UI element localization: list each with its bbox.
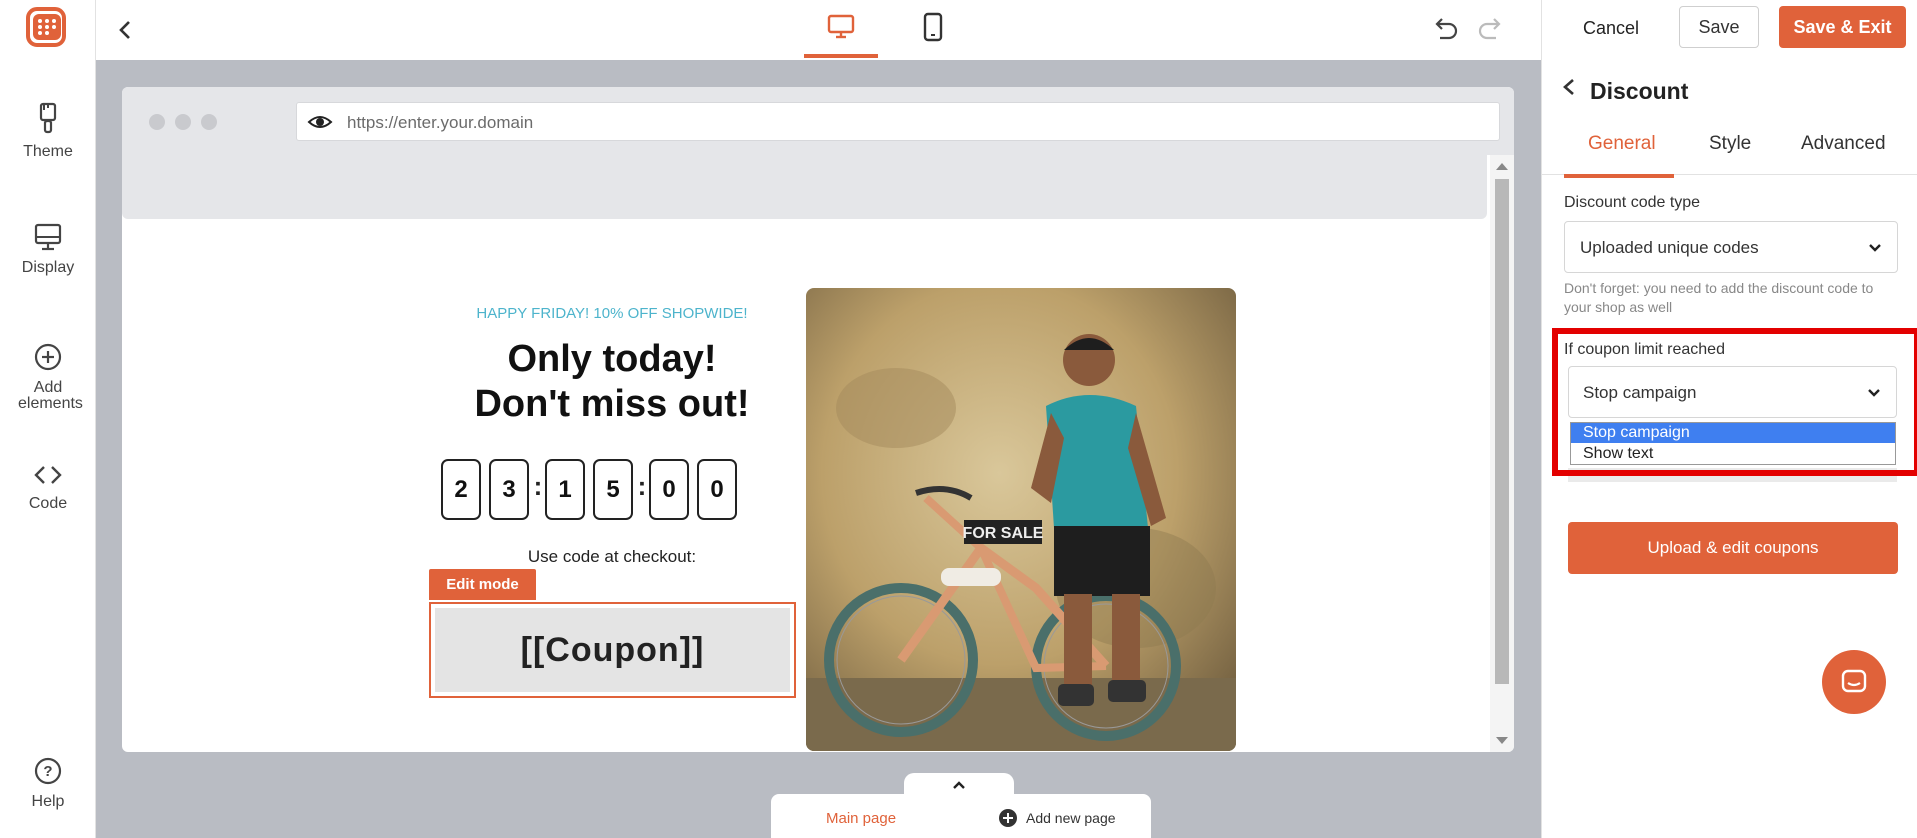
- chevron-left-icon: [119, 21, 130, 39]
- use-code-text[interactable]: Use code at checkout:: [422, 547, 802, 567]
- desktop-icon: [827, 14, 855, 39]
- code-icon: [34, 466, 62, 484]
- sidebar-item-label: Code: [28, 495, 68, 512]
- countdown-digit: 5: [593, 459, 633, 520]
- active-tab-indicator: [1564, 174, 1674, 178]
- tab-style[interactable]: Style: [1709, 133, 1751, 155]
- sidebar-item-label: Display: [21, 259, 75, 276]
- add-new-page-label: Add new page: [1026, 810, 1116, 826]
- monitor-icon: [34, 223, 62, 251]
- discount-code-hint: Don't forget: you need to add the discou…: [1564, 280, 1874, 315]
- sidebar-item-label: Add elements: [18, 379, 83, 412]
- redo-icon: [1478, 18, 1501, 40]
- paintbrush-icon: [39, 102, 57, 134]
- editor-canvas: https://enter.your.domain HAPPY FRIDAY! …: [96, 60, 1541, 838]
- promo-title-line: Don't miss out!: [474, 383, 750, 425]
- hero-image[interactable]: FOR SALE: [806, 288, 1236, 751]
- sidebar-item-theme[interactable]: Theme: [0, 102, 96, 160]
- mobile-icon: [923, 12, 943, 42]
- countdown-digit: 0: [697, 459, 737, 520]
- panel-title: Discount: [1590, 78, 1689, 104]
- svg-text:?: ?: [43, 763, 52, 780]
- browser-header-band: [122, 155, 1487, 219]
- scroll-up-arrow[interactable]: [1496, 163, 1508, 170]
- panel-back-button[interactable]: [1556, 72, 1582, 107]
- chevron-left-icon: [1563, 79, 1574, 95]
- undo-icon: [1435, 18, 1458, 40]
- settings-panel: Discount General Style Advanced Discount…: [1541, 60, 1917, 838]
- desktop-view-button[interactable]: [804, 0, 878, 58]
- discount-code-type-label: Discount code type: [1564, 194, 1701, 211]
- edit-mode-badge: Edit mode: [429, 569, 536, 600]
- scroll-thumb[interactable]: [1495, 179, 1509, 684]
- cancel-button[interactable]: Cancel: [1566, 8, 1656, 48]
- plus-circle-icon: [999, 809, 1017, 827]
- for-sale-sign: FOR SALE: [963, 525, 1044, 542]
- window-dot: [201, 114, 217, 130]
- url-text: https://enter.your.domain: [347, 113, 534, 132]
- browser-address-bar: https://enter.your.domain: [122, 87, 1514, 155]
- tab-advanced[interactable]: Advanced: [1801, 133, 1886, 155]
- sidebar-item-display[interactable]: Display: [0, 222, 96, 276]
- sidebar-item-add-elements[interactable]: Add elements: [0, 342, 96, 412]
- window-dot: [175, 114, 191, 130]
- highlight-box: [1552, 328, 1917, 476]
- promo-title[interactable]: Only today! Don't miss out!: [392, 337, 832, 427]
- chat-button[interactable]: [1822, 650, 1886, 714]
- promo-title-line: Only today!: [507, 338, 717, 380]
- browser-preview: https://enter.your.domain HAPPY FRIDAY! …: [122, 87, 1514, 752]
- undo-button[interactable]: [1428, 12, 1462, 46]
- tab-general[interactable]: General: [1588, 133, 1656, 155]
- countdown-digit: 2: [441, 459, 481, 520]
- sidebar-item-help[interactable]: ? Help: [0, 756, 96, 810]
- discount-code-type-select[interactable]: Uploaded unique codes: [1564, 221, 1898, 273]
- window-dot: [149, 114, 165, 130]
- help-icon: ?: [34, 757, 62, 785]
- url-field[interactable]: https://enter.your.domain: [296, 102, 1500, 141]
- chevron-up-icon: [953, 781, 965, 789]
- sidebar-item-label: Theme: [23, 143, 73, 160]
- divider: [1541, 0, 1542, 60]
- panel-tabs: General Style Advanced: [1542, 115, 1917, 175]
- save-exit-button[interactable]: Save & Exit: [1779, 6, 1906, 48]
- sidebar-item-code[interactable]: Code: [0, 462, 96, 512]
- countdown-digit: 0: [649, 459, 689, 520]
- man-with-bicycle-image: FOR SALE: [806, 288, 1236, 751]
- top-toolbar: Cancel Save Save & Exit: [96, 0, 1917, 60]
- back-button[interactable]: [110, 14, 142, 46]
- mobile-view-button[interactable]: [896, 0, 970, 58]
- left-sidebar: Theme Display Add elements Code ? Help: [0, 0, 96, 838]
- chat-icon: [1841, 669, 1867, 693]
- app-logo[interactable]: [25, 6, 69, 50]
- scroll-down-arrow[interactable]: [1496, 737, 1508, 744]
- preview-scrollbar[interactable]: [1490, 155, 1514, 752]
- countdown-separator: :: [533, 471, 543, 501]
- upload-edit-coupons-button[interactable]: Upload & edit coupons: [1568, 522, 1898, 574]
- eye-icon: [307, 116, 333, 128]
- discount-code-type-value: Uploaded unique codes: [1580, 238, 1759, 257]
- tab-main-page[interactable]: Main page: [826, 810, 896, 827]
- coupon-code: [[Coupon]]: [435, 608, 790, 692]
- countdown-separator: :: [637, 471, 647, 501]
- countdown-digit: 1: [545, 459, 585, 520]
- countdown-digit: 3: [489, 459, 529, 520]
- sidebar-item-label: Help: [31, 793, 65, 810]
- countdown-timer[interactable]: 2 3 : 1 5 : 0 0: [441, 459, 781, 521]
- redo-button[interactable]: [1474, 12, 1508, 46]
- save-button[interactable]: Save: [1679, 6, 1759, 48]
- chevron-down-icon: [1869, 244, 1881, 252]
- coupon-element[interactable]: [[Coupon]]: [429, 602, 796, 698]
- promo-subtitle[interactable]: HAPPY FRIDAY! 10% OFF SHOPWIDE!: [422, 305, 802, 322]
- plus-circle-icon: [34, 343, 62, 371]
- add-new-page-button[interactable]: Add new page: [998, 808, 1116, 828]
